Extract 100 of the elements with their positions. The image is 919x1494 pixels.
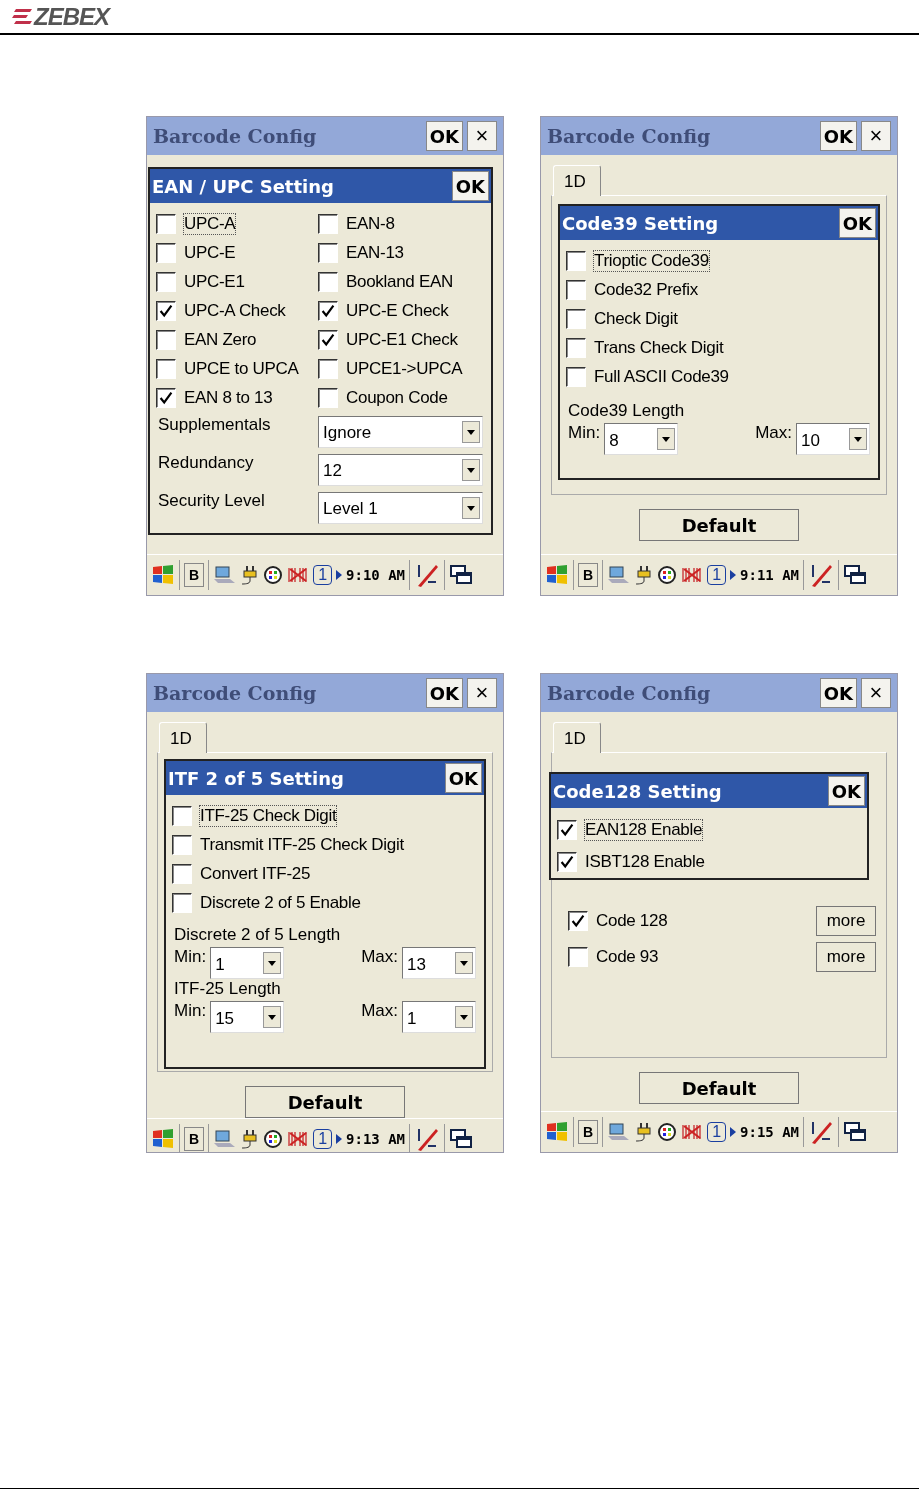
default-button[interactable]: Default xyxy=(639,509,799,541)
default-button[interactable]: Default xyxy=(245,1086,405,1118)
max-dropdown[interactable]: 13 xyxy=(402,947,476,979)
crossed-barcode-icon[interactable] xyxy=(681,566,704,584)
start-flag-icon[interactable] xyxy=(545,1121,569,1143)
ok-button[interactable]: OK xyxy=(827,776,865,806)
ok-button[interactable]: OK xyxy=(451,171,489,201)
tab[interactable]: 1D xyxy=(553,165,601,196)
arrow-icon[interactable] xyxy=(336,570,343,580)
clock-time[interactable]: 9:11 AM xyxy=(740,567,800,583)
ok-button[interactable]: OK xyxy=(425,678,463,708)
crossed-barcode-icon[interactable] xyxy=(287,1130,310,1148)
window-title: Barcode Config xyxy=(153,682,318,704)
input-mode-indicator[interactable]: B xyxy=(184,563,205,587)
checkbox[interactable] xyxy=(318,271,338,292)
desktop-number[interactable]: 1 xyxy=(707,1122,727,1142)
checkbox-label: ITF-25 Check Digit xyxy=(199,804,338,827)
start-flag-icon[interactable] xyxy=(151,1128,175,1150)
checkbox[interactable] xyxy=(172,805,192,826)
checkbox[interactable] xyxy=(156,271,176,292)
input-mode-indicator[interactable]: B xyxy=(578,563,599,587)
stacked-windows-icon[interactable] xyxy=(449,564,474,586)
checkbox[interactable] xyxy=(318,358,338,379)
desktop-number[interactable]: 1 xyxy=(313,1129,333,1149)
checkbox[interactable] xyxy=(557,820,577,840)
checkbox[interactable] xyxy=(557,852,577,872)
checkbox[interactable] xyxy=(566,308,586,329)
input-mode-indicator[interactable]: B xyxy=(578,1120,599,1144)
max-dropdown[interactable]: 10 xyxy=(796,423,870,455)
ok-button[interactable]: OK xyxy=(819,121,857,151)
crossed-barcode-icon[interactable] xyxy=(287,566,310,584)
dropdown[interactable]: Level 1 xyxy=(318,491,483,524)
checkbox[interactable] xyxy=(568,947,588,967)
checkbox[interactable] xyxy=(566,366,586,387)
checkbox[interactable] xyxy=(172,834,192,855)
min-label: Min: xyxy=(174,947,207,967)
stacked-windows-icon[interactable] xyxy=(843,1121,868,1143)
clock-time[interactable]: 9:10 AM xyxy=(346,567,406,583)
arrow-icon[interactable] xyxy=(730,1127,737,1137)
checkbox-label: EAN128 Enable xyxy=(584,819,704,841)
max-label: Max: xyxy=(755,423,792,443)
min-dropdown[interactable]: 1 xyxy=(210,947,285,979)
checkbox[interactable] xyxy=(172,892,192,913)
ok-button[interactable]: OK xyxy=(444,763,482,793)
checkbox[interactable] xyxy=(568,911,588,931)
stacked-windows-icon[interactable] xyxy=(449,1128,474,1150)
dropdown[interactable]: Ignore xyxy=(318,415,483,448)
clock-time[interactable]: 9:13 AM xyxy=(346,1131,406,1147)
clock-time[interactable]: 9:15 AM xyxy=(740,1124,800,1140)
checkbox[interactable] xyxy=(156,213,176,234)
stacked-windows-icon[interactable] xyxy=(843,564,868,586)
start-flag-icon[interactable] xyxy=(545,564,569,586)
plug-icon[interactable] xyxy=(635,564,654,586)
default-button[interactable]: Default xyxy=(639,1072,799,1104)
input-mode-indicator[interactable]: B xyxy=(184,1127,205,1151)
crossed-barcode-icon[interactable] xyxy=(681,1123,704,1141)
start-flag-icon[interactable] xyxy=(151,564,175,586)
tab[interactable]: 1D xyxy=(159,722,207,753)
close-button[interactable]: × xyxy=(467,678,497,708)
close-button[interactable]: × xyxy=(467,121,497,151)
close-button[interactable]: × xyxy=(861,121,891,151)
more-button[interactable]: more xyxy=(816,906,876,936)
tab[interactable]: 1D xyxy=(553,722,601,753)
desktop-number[interactable]: 1 xyxy=(707,565,727,585)
close-button[interactable]: × xyxy=(861,678,891,708)
more-button[interactable]: more xyxy=(816,942,876,972)
plug-icon[interactable] xyxy=(241,564,260,586)
group-label: Discrete 2 of 5 Length xyxy=(174,925,341,944)
checkbox[interactable] xyxy=(566,337,586,358)
checkbox[interactable] xyxy=(156,242,176,263)
checkbox[interactable] xyxy=(318,242,338,263)
checkbox-label: Bookland EAN xyxy=(345,270,454,293)
plug-icon[interactable] xyxy=(635,1121,654,1143)
dialog-title: Code128 Setting xyxy=(553,780,723,802)
ok-button[interactable]: OK xyxy=(819,678,857,708)
checkbox[interactable] xyxy=(156,358,176,379)
ok-button[interactable]: OK xyxy=(838,208,876,238)
window-title: Barcode Config xyxy=(547,125,712,147)
checkbox[interactable] xyxy=(318,213,338,234)
checkbox[interactable] xyxy=(156,329,176,350)
arrow-icon[interactable] xyxy=(336,1134,343,1144)
checkbox[interactable] xyxy=(318,300,338,321)
checkbox[interactable] xyxy=(318,387,338,408)
arrow-icon[interactable] xyxy=(730,570,737,580)
checkbox[interactable] xyxy=(156,387,176,408)
checkbox-label: ISBT128 Enable xyxy=(584,851,706,873)
plug-icon[interactable] xyxy=(241,1128,260,1150)
desktop-number[interactable]: 1 xyxy=(313,565,333,585)
checkbox[interactable] xyxy=(318,329,338,350)
max-dropdown[interactable]: 1 xyxy=(402,1001,476,1033)
checkbox[interactable] xyxy=(172,863,192,884)
dropdown[interactable]: 12 xyxy=(318,453,483,486)
checkbox[interactable] xyxy=(566,250,586,271)
min-dropdown[interactable]: 15 xyxy=(210,1001,285,1033)
ok-button[interactable]: OK xyxy=(425,121,463,151)
min-dropdown[interactable]: 8 xyxy=(604,423,679,455)
checkbox[interactable] xyxy=(566,279,586,300)
checkbox-label: UPC-E xyxy=(183,241,237,264)
max-label: Max: xyxy=(361,947,398,967)
checkbox[interactable] xyxy=(156,300,176,321)
